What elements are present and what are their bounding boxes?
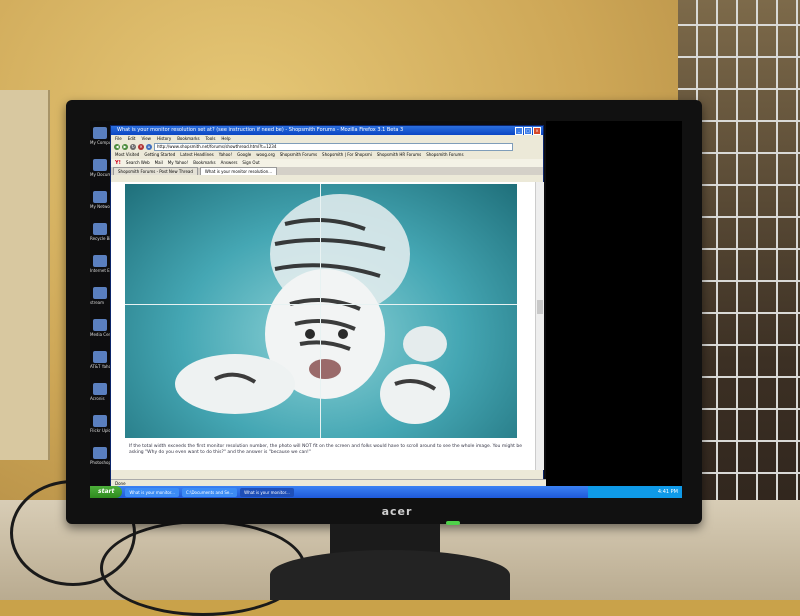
menu-item[interactable]: Tools [206, 135, 216, 142]
yahoo-toolbar-item[interactable]: Search Web [126, 159, 150, 167]
window-title: What is your monitor resolution set at? … [111, 126, 543, 135]
grid-line-vertical [320, 184, 321, 438]
desktop-background [546, 121, 682, 486]
bookmark-item[interactable]: Latest Headlines [180, 151, 213, 159]
maximize-button[interactable]: □ [524, 127, 532, 135]
tiger-illustration [175, 194, 450, 424]
bookmark-item[interactable]: Shopsmith Forums [280, 151, 317, 159]
window-controls: _ □ × [515, 127, 541, 135]
menu-item[interactable]: View [141, 135, 151, 142]
desktop-icons: My Computer My Documents My Network Places… [90, 121, 112, 486]
reload-icon[interactable]: ↻ [130, 143, 136, 150]
desktop-shortcut-icon[interactable] [93, 383, 107, 395]
desktop-shortcut-icon[interactable] [93, 127, 107, 139]
desktop-shortcut-icon[interactable] [93, 223, 107, 235]
browser-tab[interactable]: What is your monitor resolution... [199, 167, 278, 175]
desktop-shortcut-icon[interactable] [93, 351, 107, 363]
desktop-shortcut-label: My Documents [90, 172, 112, 177]
bookmark-item[interactable]: Getting Started [144, 151, 175, 159]
yahoo-toolbar-item[interactable]: Sign Out [242, 159, 259, 167]
tab-strip: Shopsmith Forums - Post New Thread What i… [111, 167, 543, 175]
minimize-button[interactable]: _ [515, 127, 523, 135]
desktop-shortcut-label: My Computer [90, 140, 112, 145]
bookmark-item[interactable]: Shopsmith HR Forums [377, 151, 421, 159]
monitor-stand-base [270, 550, 510, 600]
desktop-shortcut-icon[interactable] [93, 415, 107, 427]
browser-tab[interactable]: Shopsmith Forums - Post New Thread [113, 167, 198, 175]
bookmark-item[interactable]: Shopsmith Forums [426, 151, 463, 159]
bookmark-item[interactable]: Most Visited [115, 151, 139, 159]
bookmarks-toolbar: Most Visited Getting Started Latest Headli… [111, 151, 543, 159]
yahoo-toolbar: Y! Search Web Mail My Yahoo! Bookmarks Answe… [111, 159, 543, 167]
desktop-shortcut-label: Photoshop [90, 460, 112, 465]
desktop-shortcut-icon[interactable] [93, 159, 107, 171]
yahoo-toolbar-item[interactable]: Mail [155, 159, 163, 167]
menu-item[interactable]: Bookmarks [177, 135, 199, 142]
system-tray-clock: 4:41 PM [588, 486, 682, 498]
bookmark-item[interactable]: Shopsmith | For Shopsmi [322, 151, 372, 159]
menu-item[interactable]: File [115, 135, 122, 142]
navigation-toolbar: ◀ ▶ ↻ ✕ ⌂ http://www.shopsmith.net/forum… [111, 142, 543, 151]
scrollbar-thumb[interactable] [537, 300, 543, 314]
menu-item[interactable]: Help [221, 135, 230, 142]
menu-item[interactable]: Edit [128, 135, 136, 142]
desktop-shortcut-label: Internet Explorer [90, 268, 112, 273]
forward-icon[interactable]: ▶ [122, 143, 128, 150]
taskbar-button[interactable]: What is your monitor... [240, 487, 294, 497]
bookmark-item[interactable]: Google [237, 151, 251, 159]
start-button[interactable]: start [90, 486, 123, 498]
page-scrollbar[interactable] [535, 182, 544, 470]
desktop-shortcut-label: Media Center [90, 332, 112, 337]
grid-line-horizontal [125, 304, 517, 305]
bookmark-item[interactable]: Yahoo! [219, 151, 232, 159]
taskbar-button[interactable]: C:\Documents and Se... [181, 487, 238, 497]
menu-bar: File Edit View History Bookmarks Tools Help [111, 135, 543, 142]
taskbar-button[interactable]: What is your monitor... [125, 487, 179, 497]
desktop-shortcut-icon[interactable] [93, 447, 107, 459]
taskbar: start What is your monitor... C:\Documen… [90, 486, 682, 498]
close-button[interactable]: × [533, 127, 541, 135]
window-title-text: What is your monitor resolution set at? … [117, 127, 404, 133]
bookmark-item[interactable]: woog.org [256, 151, 275, 159]
desktop-shortcut-label: Recycle Bin [90, 236, 112, 241]
desktop-shortcut-icon[interactable] [93, 191, 107, 203]
yahoo-toolbar-item[interactable]: Bookmarks [193, 159, 215, 167]
yahoo-toolbar-item[interactable]: Answers [221, 159, 238, 167]
desktop-shortcut-label: stream [90, 300, 105, 305]
screen: My Computer My Documents My Network Places… [90, 121, 682, 498]
desktop-shortcut-icon[interactable] [93, 287, 107, 299]
home-icon[interactable]: ⌂ [146, 143, 152, 150]
power-led [446, 521, 460, 525]
firefox-window[interactable]: What is your monitor resolution set at? … [110, 125, 547, 489]
post-text: If the total width exceeds the first mon… [129, 444, 522, 455]
stop-icon[interactable]: ✕ [138, 143, 144, 150]
wall-panel [0, 90, 50, 460]
desktop-shortcut-label: AT&T Yahoo! [90, 364, 112, 369]
desktop-shortcut-label: My Network Places [90, 204, 112, 209]
monitor-brand-logo: acer [381, 505, 413, 518]
desktop-shortcut-icon[interactable] [93, 255, 107, 267]
url-bar[interactable]: http://www.shopsmith.net/forums/showthre… [154, 142, 513, 151]
yahoo-logo: Y! [115, 160, 121, 166]
back-icon[interactable]: ◀ [114, 143, 120, 150]
desktop-shortcut-label: Flickr Uploadr [90, 428, 112, 433]
page-content: If the total width exceeds the first mon… [111, 182, 535, 470]
yahoo-toolbar-item[interactable]: My Yahoo! [168, 159, 188, 167]
desktop-shortcut-icon[interactable] [93, 319, 107, 331]
tiger-photo [125, 184, 517, 438]
desktop-shortcut-label: Acronis [90, 396, 105, 401]
menu-item[interactable]: History [157, 135, 171, 142]
